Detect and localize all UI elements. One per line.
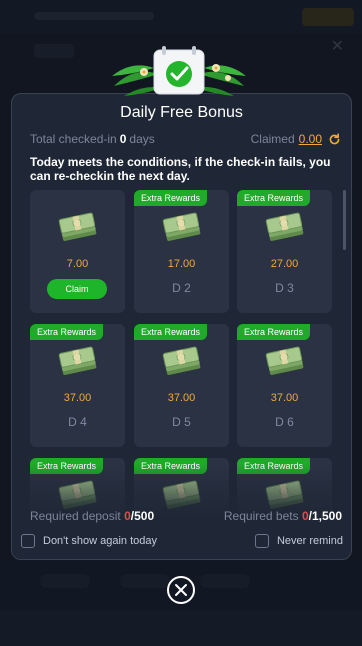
dont-show-today-label: Don't show again today (43, 535, 158, 547)
cash-stack-icon (58, 346, 96, 375)
day-label: D 6 (275, 415, 294, 429)
cash-stack-icon (58, 212, 96, 241)
extra-rewards-badge: Extra Rewards (134, 190, 208, 206)
reward-card[interactable]: Extra Rewards 27.00 D 3 (237, 190, 332, 313)
checkbox-box[interactable] (254, 534, 269, 548)
reward-amount: 7.00 (66, 258, 89, 270)
daily-bonus-modal: Daily Free Bonus Total checked-in 0 days C… (11, 93, 352, 560)
extra-rewards-badge: Extra Rewards (237, 190, 311, 206)
total-checked-label: Total checked-in (30, 132, 117, 146)
dont-show-today-checkbox[interactable]: Don't show again today (21, 534, 157, 548)
money-wrap (262, 344, 308, 380)
cash-stack-icon (265, 212, 303, 241)
check-circle-icon (166, 61, 192, 87)
refresh-icon[interactable] (328, 132, 341, 146)
close-modal-button[interactable] (167, 576, 195, 604)
close-icon (175, 584, 187, 596)
reward-amount: 17.00 (167, 258, 196, 270)
reward-amount: 37.00 (63, 392, 92, 404)
checkin-notice: Today meets the conditions, if the check… (30, 155, 331, 183)
check-in-banner-icon (112, 46, 246, 96)
cash-stack-icon (162, 346, 200, 375)
required-bets-label: Required bets (223, 509, 299, 523)
never-remind-label: Never remind (276, 535, 343, 547)
cash-stack-icon (162, 212, 200, 241)
required-bets-total: /1,500 (308, 509, 342, 523)
required-deposit: Required deposit 0/500 (30, 509, 154, 523)
extra-rewards-badge: Extra Rewards (30, 324, 104, 340)
money-wrap (159, 210, 205, 246)
reward-amount: 37.00 (167, 392, 196, 404)
day-label: D 3 (275, 281, 294, 295)
day-label: D 4 (68, 415, 87, 429)
total-checked-unit: days (129, 132, 155, 146)
money-wrap (159, 344, 205, 380)
reward-card[interactable]: Extra Rewards 37.00 D 5 (134, 324, 229, 447)
money-wrap (262, 210, 308, 246)
required-bets-current: 0 (301, 509, 309, 523)
never-remind-checkbox[interactable]: Never remind (254, 534, 343, 548)
required-bets: Required bets 0/1,500 (224, 509, 342, 523)
required-deposit-current: 0 (124, 509, 131, 523)
reward-grid-scrollbar[interactable] (343, 190, 346, 250)
reward-card[interactable]: Extra Rewards 37.00 D 4 (30, 324, 125, 447)
total-checked-in: Total checked-in 0 days (30, 132, 155, 146)
checkbox-box[interactable] (21, 534, 35, 548)
reward-card[interactable]: Extra Rewards 37.00 D 6 (237, 324, 332, 447)
reward-amount: 37.00 (270, 392, 299, 404)
money-wrap (55, 210, 101, 246)
extra-rewards-badge: Extra Rewards (237, 324, 311, 340)
day-label: D 2 (172, 281, 191, 295)
reward-amount: 27.00 (270, 258, 299, 270)
cash-stack-icon (265, 346, 303, 375)
reward-card[interactable]: 7.00 Claim (30, 190, 125, 313)
money-wrap (55, 344, 101, 380)
claim-button[interactable]: Claim (47, 279, 107, 299)
required-deposit-total: /500 (130, 509, 155, 523)
claimed-label: Claimed (250, 132, 295, 146)
claimed-info: Claimed 0.00 (251, 132, 341, 146)
extra-rewards-badge: Extra Rewards (134, 324, 208, 340)
claimed-value[interactable]: 0.00 (299, 132, 322, 146)
required-deposit-label: Required deposit (30, 509, 121, 523)
reward-card[interactable]: Extra Rewards 17.00 D 2 (134, 190, 229, 313)
modal-title: Daily Free Bonus (120, 104, 243, 121)
day-label: D 5 (172, 415, 191, 429)
total-checked-value: 0 (119, 132, 127, 146)
